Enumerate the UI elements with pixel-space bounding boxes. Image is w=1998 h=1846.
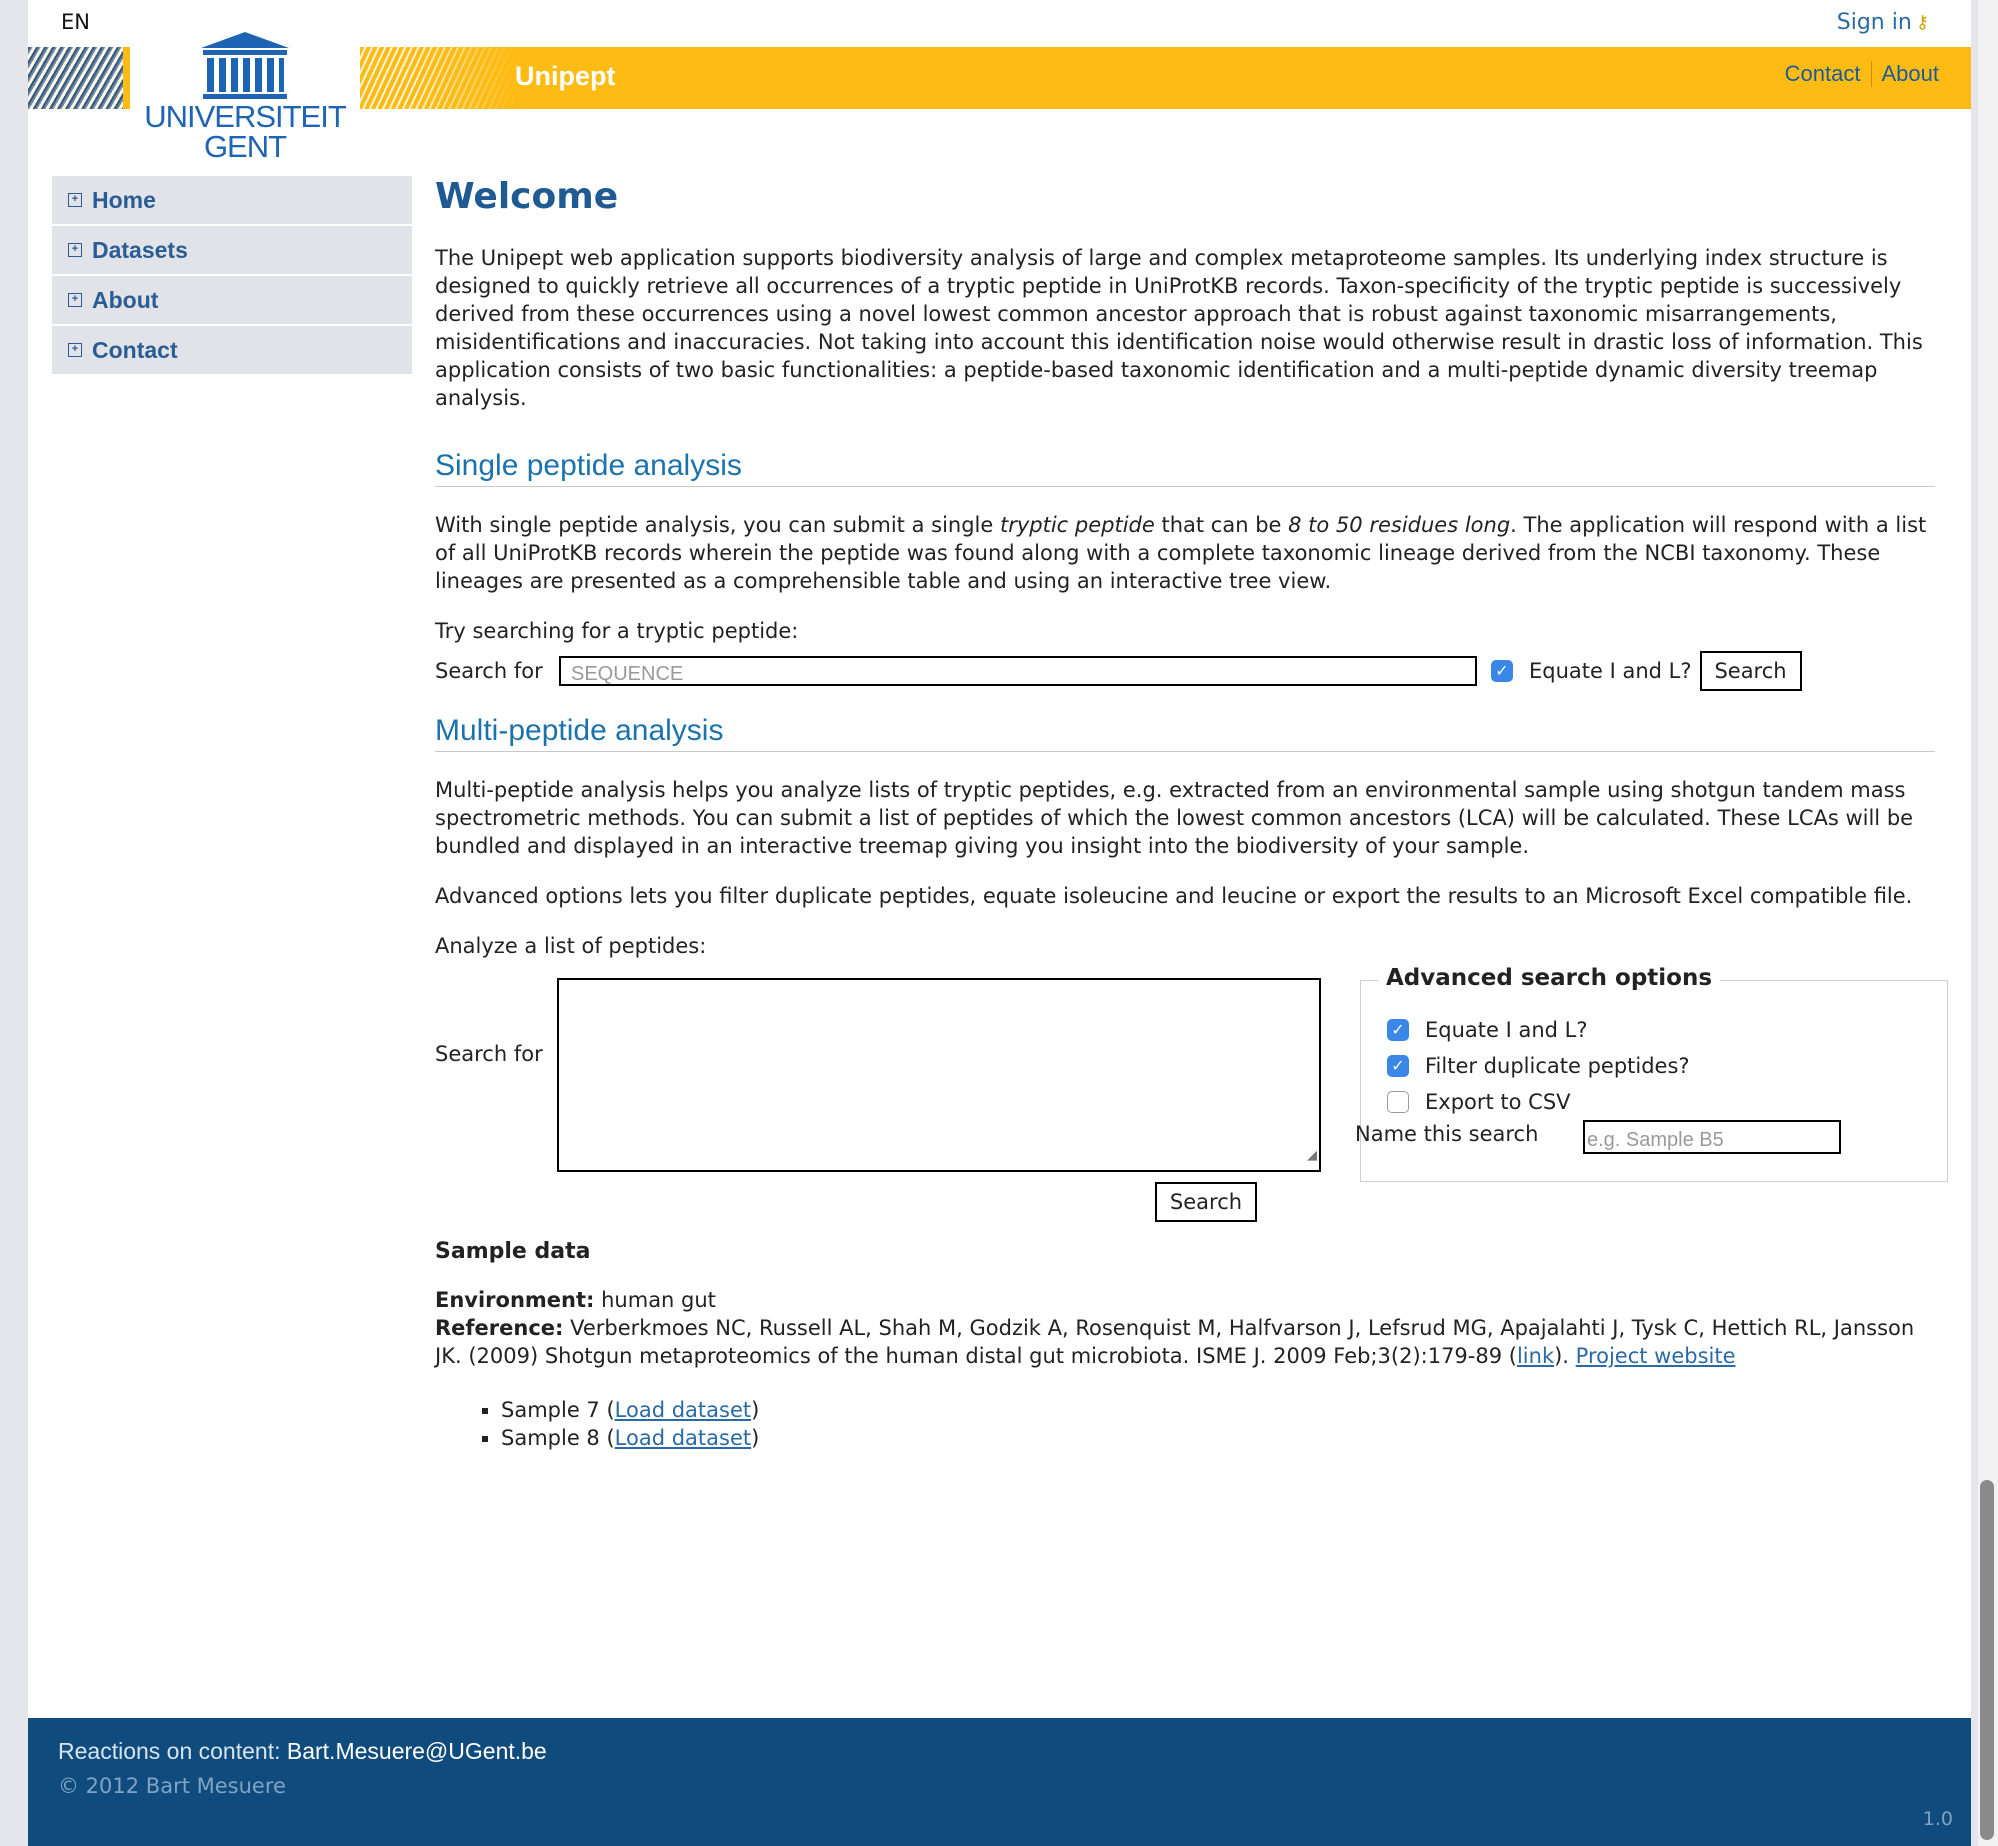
top-nav-about[interactable]: About <box>1870 61 1950 87</box>
single-search-row: Search for SEQUENCE ✓ Equate I and L? Se… <box>435 651 1935 691</box>
equate-il-checkbox[interactable]: ✓ <box>1387 1019 1409 1041</box>
reference-link[interactable]: link <box>1517 1344 1554 1368</box>
version-label: 1.0 <box>1922 1808 1953 1830</box>
peptide-list-textarea[interactable]: ◢ <box>557 978 1321 1172</box>
load-dataset-link[interactable]: Load dataset <box>615 1398 751 1422</box>
banner-hatch-decoration <box>28 47 123 109</box>
sidebar-item-datasets[interactable]: + Datasets <box>52 226 412 274</box>
copyright: © 2012 Bart Mesuere <box>58 1774 286 1798</box>
sign-in-link[interactable]: Sign in ⚷ <box>1837 10 1929 35</box>
name-search-input[interactable]: e.g. Sample B5 <box>1583 1120 1841 1154</box>
sidebar-item-home[interactable]: + Home <box>52 176 412 224</box>
scrollbar-thumb[interactable] <box>1980 1480 1994 1840</box>
resize-handle-icon[interactable]: ◢ <box>1307 1142 1317 1170</box>
text-fragment: that can be <box>1154 513 1289 537</box>
single-peptide-heading: Single peptide analysis <box>435 451 1935 487</box>
search-for-label: Search for <box>435 1042 543 1066</box>
expand-plus-icon: + <box>68 343 82 357</box>
list-item: Sample 8 (Load dataset) <box>501 1424 1935 1452</box>
sample-list: Sample 7 (Load dataset) Sample 8 (Load d… <box>435 1396 1935 1452</box>
advanced-options-list: ✓ Equate I and L? ✓ Filter duplicate pep… <box>1387 1012 1690 1120</box>
sidebar-item-label: Home <box>92 186 156 213</box>
sequence-input[interactable]: SEQUENCE <box>559 656 1477 686</box>
name-search-label: Name this search <box>1355 1122 1539 1146</box>
single-peptide-description: With single peptide analysis, you can su… <box>435 511 1935 595</box>
project-website-link[interactable]: Project website <box>1576 1344 1736 1368</box>
key-icon: ⚷ <box>1915 12 1929 33</box>
ugent-logo[interactable]: UNIVERSITEIT GENT <box>130 30 360 170</box>
advanced-options-legend: Advanced search options <box>1378 964 1721 992</box>
option-label: Equate I and L? <box>1425 1018 1588 1042</box>
reference-label: Reference: <box>435 1316 564 1340</box>
equate-il-label: Equate I and L? <box>1529 659 1692 683</box>
expand-plus-icon: + <box>68 193 82 207</box>
emphasis-tryptic-peptide: tryptic peptide <box>999 513 1155 537</box>
option-export-csv[interactable]: Export to CSV <box>1387 1084 1690 1120</box>
advanced-options-description: Advanced options lets you filter duplica… <box>435 884 1913 908</box>
reactions-label: Reactions on content <box>58 1738 275 1764</box>
top-nav: Contact About <box>1775 61 1949 87</box>
single-search-button[interactable]: Search <box>1699 651 1802 691</box>
text-fragment: : <box>274 1738 287 1764</box>
contact-email-link[interactable]: Bart.Mesuere@UGent.be <box>287 1738 547 1764</box>
option-equate-il[interactable]: ✓ Equate I and L? <box>1387 1012 1690 1048</box>
sidebar-item-about[interactable]: + About <box>52 276 412 324</box>
multi-search-button[interactable]: Search <box>1155 1182 1257 1222</box>
expand-plus-icon: + <box>68 293 82 307</box>
brand-title[interactable]: Unipept <box>515 61 616 92</box>
analyze-list-label: Analyze a list of peptides: <box>435 934 707 958</box>
multi-peptide-description: Multi-peptide analysis helps you analyze… <box>435 778 1914 858</box>
list-item: Sample 7 (Load dataset) <box>501 1396 1935 1424</box>
main-content: Welcome The Unipept web application supp… <box>435 170 1948 1452</box>
page-title: Welcome <box>435 176 619 217</box>
try-searching-label: Try searching for a tryptic peptide: <box>435 619 799 643</box>
equate-il-checkbox[interactable]: ✓ <box>1491 660 1513 682</box>
reference-paragraph: Reference: Verberkmoes NC, Russell AL, S… <box>435 1314 1935 1370</box>
environment-label: Environment: <box>435 1288 595 1312</box>
university-building-icon <box>201 32 289 99</box>
footer: Reactions on content: Bart.Mesuere@UGent… <box>28 1718 1971 1846</box>
intro-paragraph: The Unipept web application supports bio… <box>435 246 1923 410</box>
banner-hatch-decoration-white <box>338 47 518 109</box>
language-selector[interactable]: EN <box>61 10 90 34</box>
emphasis-length: 8 to 50 residues long <box>1288 513 1511 537</box>
top-nav-contact[interactable]: Contact <box>1775 61 1871 87</box>
sidebar: + Home + Datasets + About + Contact <box>52 176 412 376</box>
option-filter-duplicates[interactable]: ✓ Filter duplicate peptides? <box>1387 1048 1690 1084</box>
sidebar-item-label: About <box>92 286 159 313</box>
logo-text-line1: UNIVERSITEIT <box>144 99 347 134</box>
load-dataset-link[interactable]: Load dataset <box>615 1426 751 1450</box>
sample-data-heading: Sample data <box>435 1239 591 1264</box>
text-fragment: ). <box>1554 1344 1576 1368</box>
logo-text-line2: GENT <box>203 129 287 164</box>
page: EN Sign in ⚷ Unipept Contact About UNIVE… <box>28 0 1971 1846</box>
option-label: Export to CSV <box>1425 1090 1571 1114</box>
sign-in-label[interactable]: Sign in <box>1837 10 1912 35</box>
search-for-label: Search for <box>435 659 543 683</box>
export-csv-checkbox[interactable] <box>1387 1091 1409 1113</box>
expand-plus-icon: + <box>68 243 82 257</box>
text-fragment: With single peptide analysis, you can su… <box>435 513 1000 537</box>
multi-peptide-heading: Multi-peptide analysis <box>435 716 1935 752</box>
filter-duplicates-checkbox[interactable]: ✓ <box>1387 1055 1409 1077</box>
sidebar-item-label: Contact <box>92 336 178 363</box>
sample-name: Sample 8 <box>501 1426 600 1450</box>
multi-search-form: Search for ◢ Search Advanced search opti… <box>435 964 1948 1240</box>
sidebar-item-label: Datasets <box>92 236 188 263</box>
sample-name: Sample 7 <box>501 1398 600 1422</box>
sidebar-item-contact[interactable]: + Contact <box>52 326 412 374</box>
environment-value: human gut <box>594 1288 716 1312</box>
option-label: Filter duplicate peptides? <box>1425 1054 1690 1078</box>
environment-line: Environment: human gut <box>435 1286 1935 1314</box>
footer-contact-line: Reactions on content: Bart.Mesuere@UGent… <box>58 1738 547 1765</box>
